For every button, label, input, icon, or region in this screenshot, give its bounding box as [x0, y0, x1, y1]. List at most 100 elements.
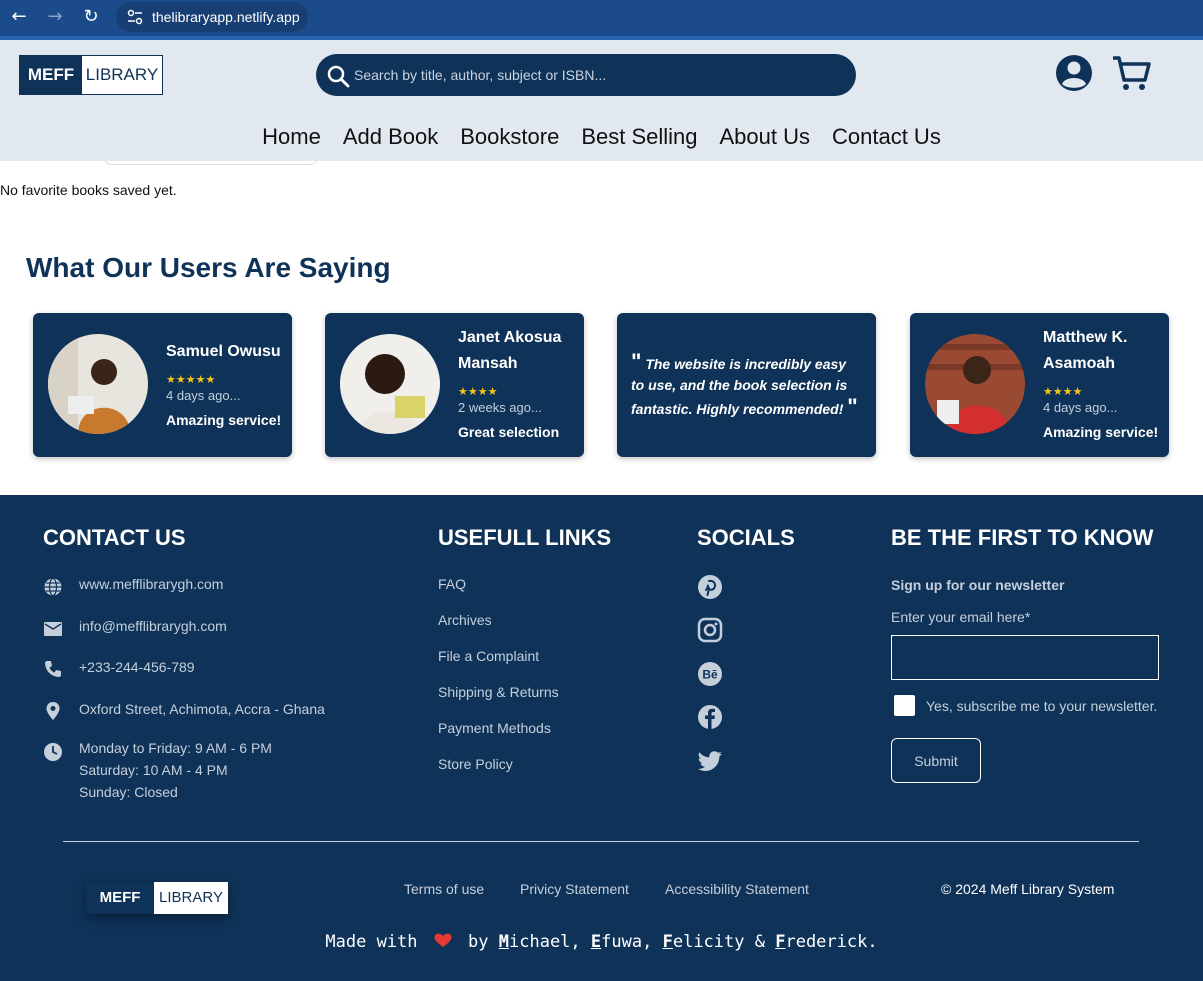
- reviewer-name: Matthew K. Asamoah: [1043, 329, 1128, 372]
- site-settings-icon[interactable]: [126, 8, 144, 26]
- review-time: 4 days ago...: [1043, 400, 1118, 415]
- footer-divider: [63, 841, 1139, 842]
- review-comment: Amazing service!: [1043, 424, 1159, 440]
- contact-website: www.mefflibrarygh.com: [43, 576, 223, 596]
- contact-website-text[interactable]: www.mefflibrarygh.com: [79, 576, 223, 592]
- review-time: 4 days ago...: [166, 388, 241, 403]
- site-logo[interactable]: MEFF LIBRARY: [19, 55, 163, 95]
- rating-stars: ★★★★: [458, 386, 498, 398]
- site-footer: CONTACT US www.mefflibrarygh.com info@me…: [0, 495, 1203, 981]
- reload-icon[interactable]: ↻: [80, 7, 102, 27]
- back-arrow-icon[interactable]: ←: [8, 7, 30, 27]
- forward-arrow-icon[interactable]: →: [44, 7, 66, 27]
- socials-heading: SOCIALS: [697, 525, 795, 550]
- behance-icon[interactable]: Bē: [697, 661, 723, 687]
- footer-logo[interactable]: MEFF LIBRARY: [86, 882, 228, 914]
- author-name: Michael: [498, 932, 571, 952]
- user-account-icon[interactable]: [1055, 54, 1093, 92]
- newsletter-submit-button[interactable]: Submit: [891, 738, 981, 783]
- favorites-empty-message: No favorite books saved yet.: [0, 182, 177, 198]
- quote-text: The website is incredibly easy to use, a…: [631, 356, 848, 417]
- contact-phone-text[interactable]: +233-244-456-789: [79, 659, 195, 675]
- testimonial-quote: " The website is incredibly easy to use,…: [631, 351, 861, 420]
- nav-add-book[interactable]: Add Book: [343, 120, 438, 154]
- contact-email-text[interactable]: info@mefflibrarygh.com: [79, 618, 227, 634]
- links-heading: USEFULL LINKS: [438, 525, 612, 550]
- testimonial-quote-card: " The website is incredibly easy to use,…: [617, 313, 876, 457]
- logo-part-meff: MEFF: [20, 56, 82, 94]
- open-quote-mark: ": [631, 349, 642, 374]
- review-comment: Amazing service!: [166, 412, 282, 428]
- avatar: [48, 334, 148, 434]
- reviewer-name: Janet Akosua Mansah: [458, 329, 562, 372]
- search-input[interactable]: [354, 62, 844, 88]
- nav-about-us[interactable]: About Us: [720, 120, 811, 154]
- testimonial-info: Janet Akosua Mansah ★★★★ 2 weeks ago... …: [458, 325, 578, 441]
- copyright-text: © 2024 Meff Library System: [941, 881, 1115, 897]
- testimonial-card: Janet Akosua Mansah ★★★★ 2 weeks ago... …: [325, 313, 584, 457]
- nav-best-selling[interactable]: Best Selling: [581, 120, 697, 154]
- review-comment: Great selection: [458, 424, 560, 440]
- search-bar[interactable]: [316, 54, 856, 96]
- browser-toolbar: ← → ↻ thelibraryapp.netlify.app: [0, 0, 1203, 40]
- nav-contact-us[interactable]: Contact Us: [832, 120, 941, 154]
- hours-weekday: Monday to Friday: 9 AM - 6 PM: [79, 740, 272, 756]
- contact-phone: +233-244-456-789: [43, 659, 195, 679]
- testimonial-card: Matthew K. Asamoah ★★★★ 4 days ago... Am…: [910, 313, 1169, 457]
- testimonial-card: Samuel Owusu ★★★★★ 4 days ago... Amazing…: [33, 313, 292, 457]
- facebook-icon[interactable]: [697, 704, 723, 730]
- made-with-text: Made with: [325, 932, 418, 952]
- testimonial-info: Samuel Owusu ★★★★★ 4 days ago... Amazing…: [166, 339, 286, 429]
- newsletter-heading: BE THE FIRST TO KNOW: [891, 525, 1154, 550]
- contact-address-text: Oxford Street, Achimota, Accra - Ghana: [79, 701, 325, 717]
- search-icon[interactable]: [326, 64, 350, 88]
- nav-bookstore[interactable]: Bookstore: [460, 120, 559, 154]
- avatar: [340, 334, 440, 434]
- author-name: Felicity: [662, 932, 745, 952]
- address-bar[interactable]: thelibraryapp.netlify.app: [116, 2, 308, 32]
- rating-stars: ★★★★★: [166, 374, 216, 386]
- author-name: Frederick: [775, 932, 868, 952]
- logo-part-library: LIBRARY: [154, 882, 228, 914]
- clock-icon: [44, 743, 62, 761]
- url-text[interactable]: thelibraryapp.netlify.app: [152, 9, 300, 25]
- main-navigation: Home Add Book Bookstore Best Selling Abo…: [0, 120, 1203, 154]
- link-file-complaint[interactable]: File a Complaint: [438, 648, 539, 664]
- subscribe-checkbox-label[interactable]: Yes, subscribe me to your newsletter.: [926, 698, 1157, 714]
- newsletter-email-input[interactable]: [891, 635, 1159, 680]
- subscribe-checkbox[interactable]: [894, 695, 915, 716]
- heart-icon: [434, 933, 452, 947]
- twitter-icon[interactable]: [697, 748, 723, 774]
- email-icon: [44, 622, 62, 636]
- author-list: Michael, Efuwa, Felicity & Frederick.: [498, 932, 878, 952]
- privacy-statement-link[interactable]: Privicy Statement: [520, 881, 629, 897]
- link-payment-methods[interactable]: Payment Methods: [438, 720, 551, 736]
- close-quote-mark: ": [847, 394, 858, 419]
- instagram-icon[interactable]: [697, 617, 723, 643]
- link-faq[interactable]: FAQ: [438, 576, 466, 592]
- shopping-cart-icon[interactable]: [1111, 54, 1151, 92]
- link-archives[interactable]: Archives: [438, 612, 492, 628]
- rating-stars: ★★★★: [1043, 386, 1083, 398]
- link-store-policy[interactable]: Store Policy: [438, 756, 513, 772]
- pinterest-icon[interactable]: [697, 574, 723, 600]
- svg-text:Bē: Bē: [702, 668, 718, 682]
- phone-icon: [45, 661, 61, 677]
- contact-email: info@mefflibrarygh.com: [43, 618, 227, 638]
- contact-hours: Monday to Friday: 9 AM - 6 PM Saturday: …: [43, 740, 272, 803]
- nav-home[interactable]: Home: [262, 120, 321, 154]
- made-with-credits: Made with by Michael, Efuwa, Felicity & …: [0, 932, 1203, 952]
- terms-of-use-link[interactable]: Terms of use: [404, 881, 484, 897]
- accessibility-statement-link[interactable]: Accessibility Statement: [665, 881, 809, 897]
- logo-part-library: LIBRARY: [82, 56, 162, 94]
- location-pin-icon: [46, 702, 60, 720]
- hours-list: Monday to Friday: 9 AM - 6 PM Saturday: …: [79, 737, 272, 803]
- email-field-label: Enter your email here*: [891, 609, 1031, 625]
- reviewer-name: Samuel Owusu: [166, 343, 281, 360]
- logo-part-meff: MEFF: [86, 882, 154, 914]
- by-text: by: [468, 932, 489, 952]
- dropdown-edge: [105, 159, 317, 165]
- review-time: 2 weeks ago...: [458, 400, 542, 415]
- link-shipping-returns[interactable]: Shipping & Returns: [438, 684, 559, 700]
- author-name: Efuwa: [590, 932, 643, 952]
